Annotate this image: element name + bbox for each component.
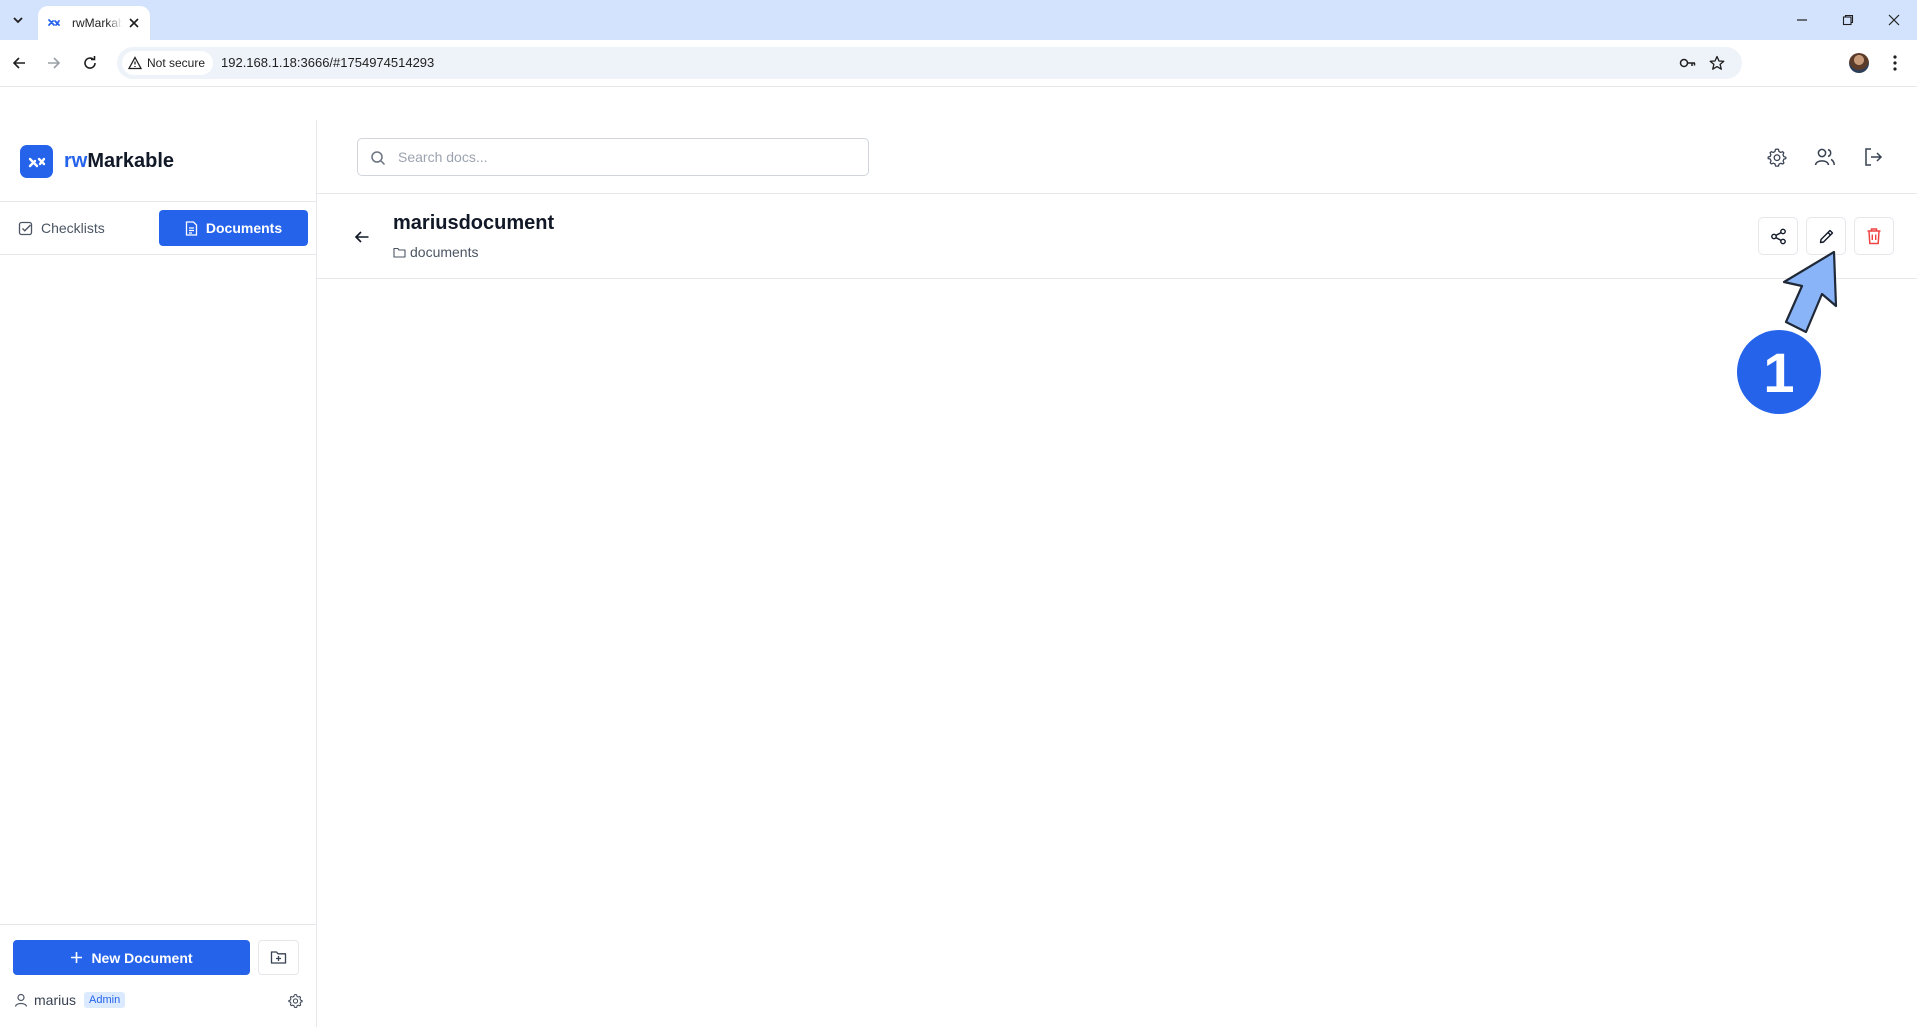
brand-name: rwMarkable [64,150,174,173]
security-label: Not secure [147,56,206,70]
search-input[interactable] [398,139,858,175]
chrome-divider [0,86,1917,87]
folder-icon [393,247,406,258]
rwmarkable-favicon-icon [46,15,62,31]
security-chip[interactable]: Not secure [122,51,214,75]
back-arrow-icon[interactable] [350,225,374,249]
back-nav-icon[interactable] [5,49,33,77]
tab-documents-label: Documents [205,220,283,236]
share-icon [1770,228,1786,244]
sidebar-tabs-divider [0,254,316,255]
brand-logo-icon [20,145,53,178]
user-info: marius Admin [14,989,304,1011]
document-title: mariusdocument [393,212,555,234]
url-text: 192.168.1.18:3666/#1754974514293 [221,55,435,70]
sidebar-footer-divider [0,924,316,925]
browser-toolbar: Not secure 192.168.1.18:3666/#1754974514… [0,40,1917,86]
tab-documents[interactable]: Documents [159,210,308,246]
tab-checklists-label: Checklists [41,220,105,236]
logout-icon[interactable] [1861,145,1885,169]
search-icon [371,151,386,166]
window-close-icon[interactable] [1871,0,1917,40]
search-box[interactable] [357,138,869,176]
pencil-icon [1819,229,1833,243]
settings-gear-icon[interactable] [1765,145,1789,169]
tab-title: rwMarkable [72,16,122,30]
annotation-arrow-icon [1782,250,1838,334]
user-name: marius [34,992,77,1008]
browser-tab[interactable]: rwMarkable [38,6,150,40]
document-icon [185,220,198,236]
new-document-label: New Document [91,949,193,966]
folder-plus-icon [270,951,287,964]
minimize-icon[interactable] [1779,0,1825,40]
users-icon[interactable] [1813,145,1837,169]
restore-icon[interactable] [1825,0,1871,40]
document-folder[interactable]: documents [393,244,478,260]
tab-checklists[interactable]: Checklists [12,210,142,246]
user-icon [14,993,28,1007]
forward-nav-icon[interactable] [40,49,68,77]
sidebar-divider [0,201,316,202]
address-bar[interactable]: Not secure 192.168.1.18:3666/#1754974514… [117,47,1742,79]
new-folder-button[interactable] [258,940,299,975]
browser-menu-icon[interactable] [1883,51,1907,75]
bookmark-star-icon[interactable] [1706,52,1728,74]
brand-prefix: rw [64,150,88,172]
document-header: mariusdocument documents [317,195,1917,279]
password-key-icon[interactable] [1677,52,1699,74]
user-settings-gear-icon[interactable] [286,991,304,1009]
tab-search-button[interactable] [6,8,30,32]
brand-suffix: Markable [87,150,175,172]
chevron-down-icon [13,17,23,24]
role-badge: Admin [84,992,126,1008]
plus-icon [71,952,83,963]
reload-icon[interactable] [76,49,104,77]
profile-avatar[interactable] [1849,53,1869,73]
tab-close-icon[interactable] [126,15,142,31]
sidebar: rwMarkable Checklists Documents New Docu… [0,120,317,1027]
warning-icon [128,56,142,70]
delete-button[interactable] [1854,217,1894,255]
browser-tabstrip: rwMarkable [0,0,1917,40]
annotation-step-badge: 1 [1737,330,1821,414]
document-folder-name: documents [410,244,479,260]
new-document-button[interactable]: New Document [13,940,250,975]
checklist-icon [18,221,33,235]
trash-icon [1867,228,1881,245]
brand[interactable]: rwMarkable [20,145,174,178]
app-topbar [317,120,1917,194]
